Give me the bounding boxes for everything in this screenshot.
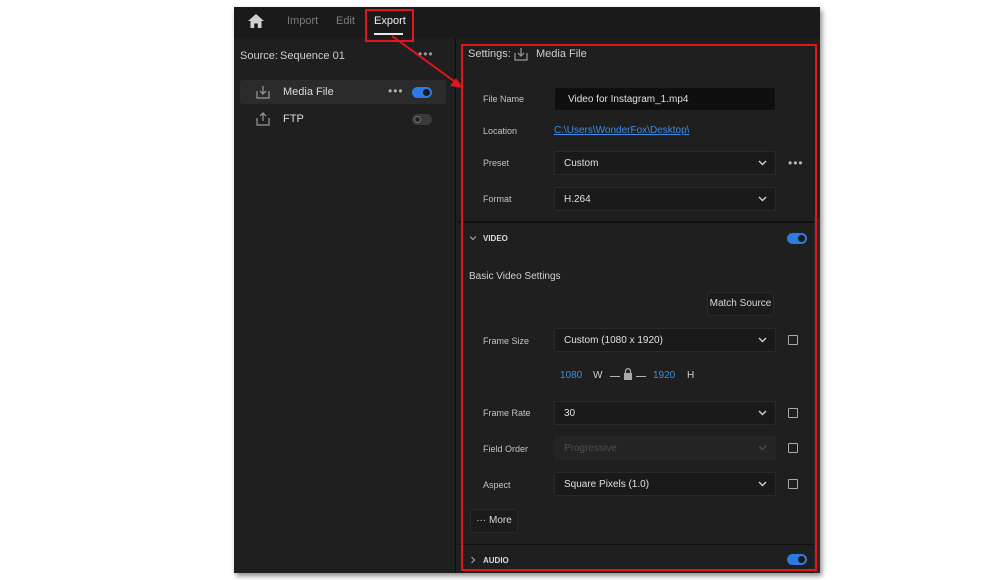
export-tab-highlight [365,9,414,42]
destination-ftp[interactable]: FTP [240,107,446,131]
destination-label: Media File [283,86,334,98]
source-more-button[interactable]: ••• [418,47,434,61]
destinations-sidebar: Source: Sequence 01 ••• Media File ••• F… [234,38,456,573]
destination-media-file[interactable]: Media File ••• [240,80,446,104]
source-label: Source: [240,50,278,62]
upload-icon [256,112,270,126]
top-nav-bar: Import Edit Export [234,7,820,38]
settings-panel-highlight [461,44,817,571]
download-icon [256,86,270,99]
ftp-toggle[interactable] [412,114,432,125]
destination-more-button[interactable]: ••• [388,84,404,98]
destination-label: FTP [283,113,304,125]
tab-import[interactable]: Import [287,15,318,27]
tab-edit[interactable]: Edit [336,15,355,27]
media-file-toggle[interactable] [412,87,432,98]
home-icon[interactable] [248,14,264,28]
source-value: Sequence 01 [280,50,345,62]
